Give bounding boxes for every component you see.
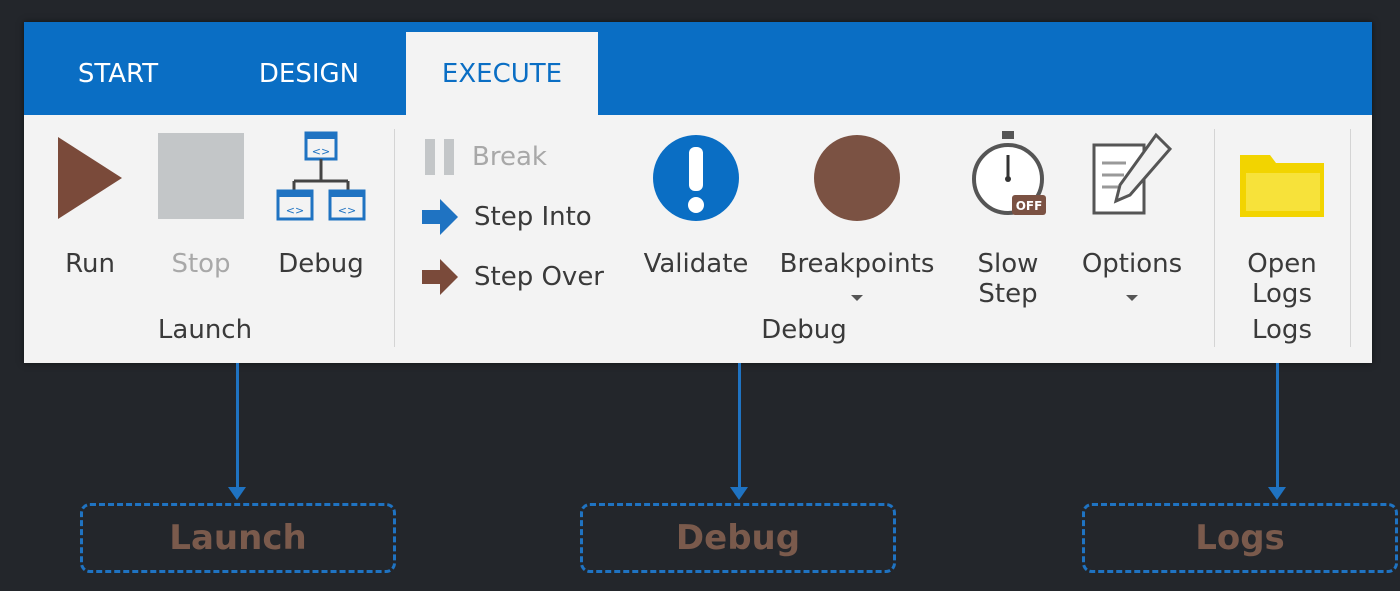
breakpoints-dropdown-caret [851, 295, 863, 301]
slow-step-label-line1: Slow [977, 249, 1039, 279]
ribbon-tab-bar: START DESIGN EXECUTE [24, 22, 1372, 116]
group-separator [1214, 129, 1215, 347]
stop-icon [158, 133, 244, 219]
group-separator [1350, 129, 1351, 347]
exclamation-icon [653, 135, 739, 221]
open-logs-label-line2: Logs [1252, 279, 1312, 309]
slow-step-button[interactable]: OFF Slow Step [960, 125, 1056, 309]
stop-button[interactable]: Stop [150, 125, 250, 285]
validate-label: Validate [643, 249, 749, 279]
break-button[interactable]: Break [422, 135, 547, 179]
slow-step-label-line2: Step [978, 279, 1038, 309]
options-button[interactable]: Options [1074, 125, 1190, 305]
connector-line-debug [738, 363, 741, 489]
run-label: Run [65, 249, 115, 279]
break-label: Break [472, 142, 547, 172]
ribbon: START DESIGN EXECUTE Run Stop <> <> <> D… [24, 22, 1372, 363]
tab-start[interactable]: START [68, 32, 168, 116]
callout-debug: Debug [580, 503, 896, 573]
group-label-launch: Launch [157, 315, 253, 345]
group-label-debug: Debug [761, 315, 847, 345]
play-icon [58, 137, 122, 219]
breakpoints-label: Breakpoints [779, 249, 935, 279]
breakpoints-button[interactable]: Breakpoints [770, 125, 944, 305]
connector-arrow-debug [730, 487, 748, 500]
debug-button[interactable]: <> <> <> Debug [270, 125, 370, 285]
stop-label: Stop [171, 249, 231, 279]
connector-line-logs [1276, 363, 1279, 489]
connector-arrow-launch [228, 487, 246, 500]
validate-button[interactable]: Validate [636, 125, 756, 285]
step-over-arrow-icon [422, 259, 458, 295]
folder-icon [1240, 155, 1324, 217]
open-logs-label-line1: Open [1247, 249, 1317, 279]
callout-launch: Launch [80, 503, 396, 573]
notepad-pencil-icon [1092, 132, 1173, 215]
debug-label: Debug [278, 249, 364, 279]
step-into-arrow-icon [422, 199, 458, 235]
step-into-button[interactable]: Step Into [420, 195, 592, 239]
group-label-logs: Logs [1252, 315, 1312, 345]
svg-text:<>: <> [286, 204, 304, 217]
breakpoint-circle-icon [814, 135, 900, 221]
debug-flow-icon: <> <> <> [276, 131, 366, 221]
slow-step-badge: OFF [1016, 199, 1043, 213]
step-into-label: Step Into [474, 202, 592, 232]
run-button[interactable]: Run [48, 125, 132, 285]
open-logs-button[interactable]: Open Logs [1232, 125, 1332, 309]
step-over-button[interactable]: Step Over [420, 255, 604, 299]
pause-icon [425, 139, 454, 175]
callout-logs: Logs [1082, 503, 1398, 573]
svg-text:<>: <> [338, 204, 356, 217]
options-dropdown-caret [1126, 295, 1138, 301]
step-over-label: Step Over [474, 262, 604, 292]
ribbon-panel: Run Stop <> <> <> Debug Launch Break Ste… [24, 115, 1372, 363]
tab-design[interactable]: DESIGN [244, 32, 374, 116]
stopwatch-off-icon: OFF [972, 131, 1046, 215]
group-separator [394, 129, 395, 347]
options-label: Options [1081, 249, 1183, 279]
connector-arrow-logs [1268, 487, 1286, 500]
connector-line-launch [236, 363, 239, 489]
tab-execute[interactable]: EXECUTE [406, 32, 598, 116]
svg-text:<>: <> [312, 145, 330, 158]
